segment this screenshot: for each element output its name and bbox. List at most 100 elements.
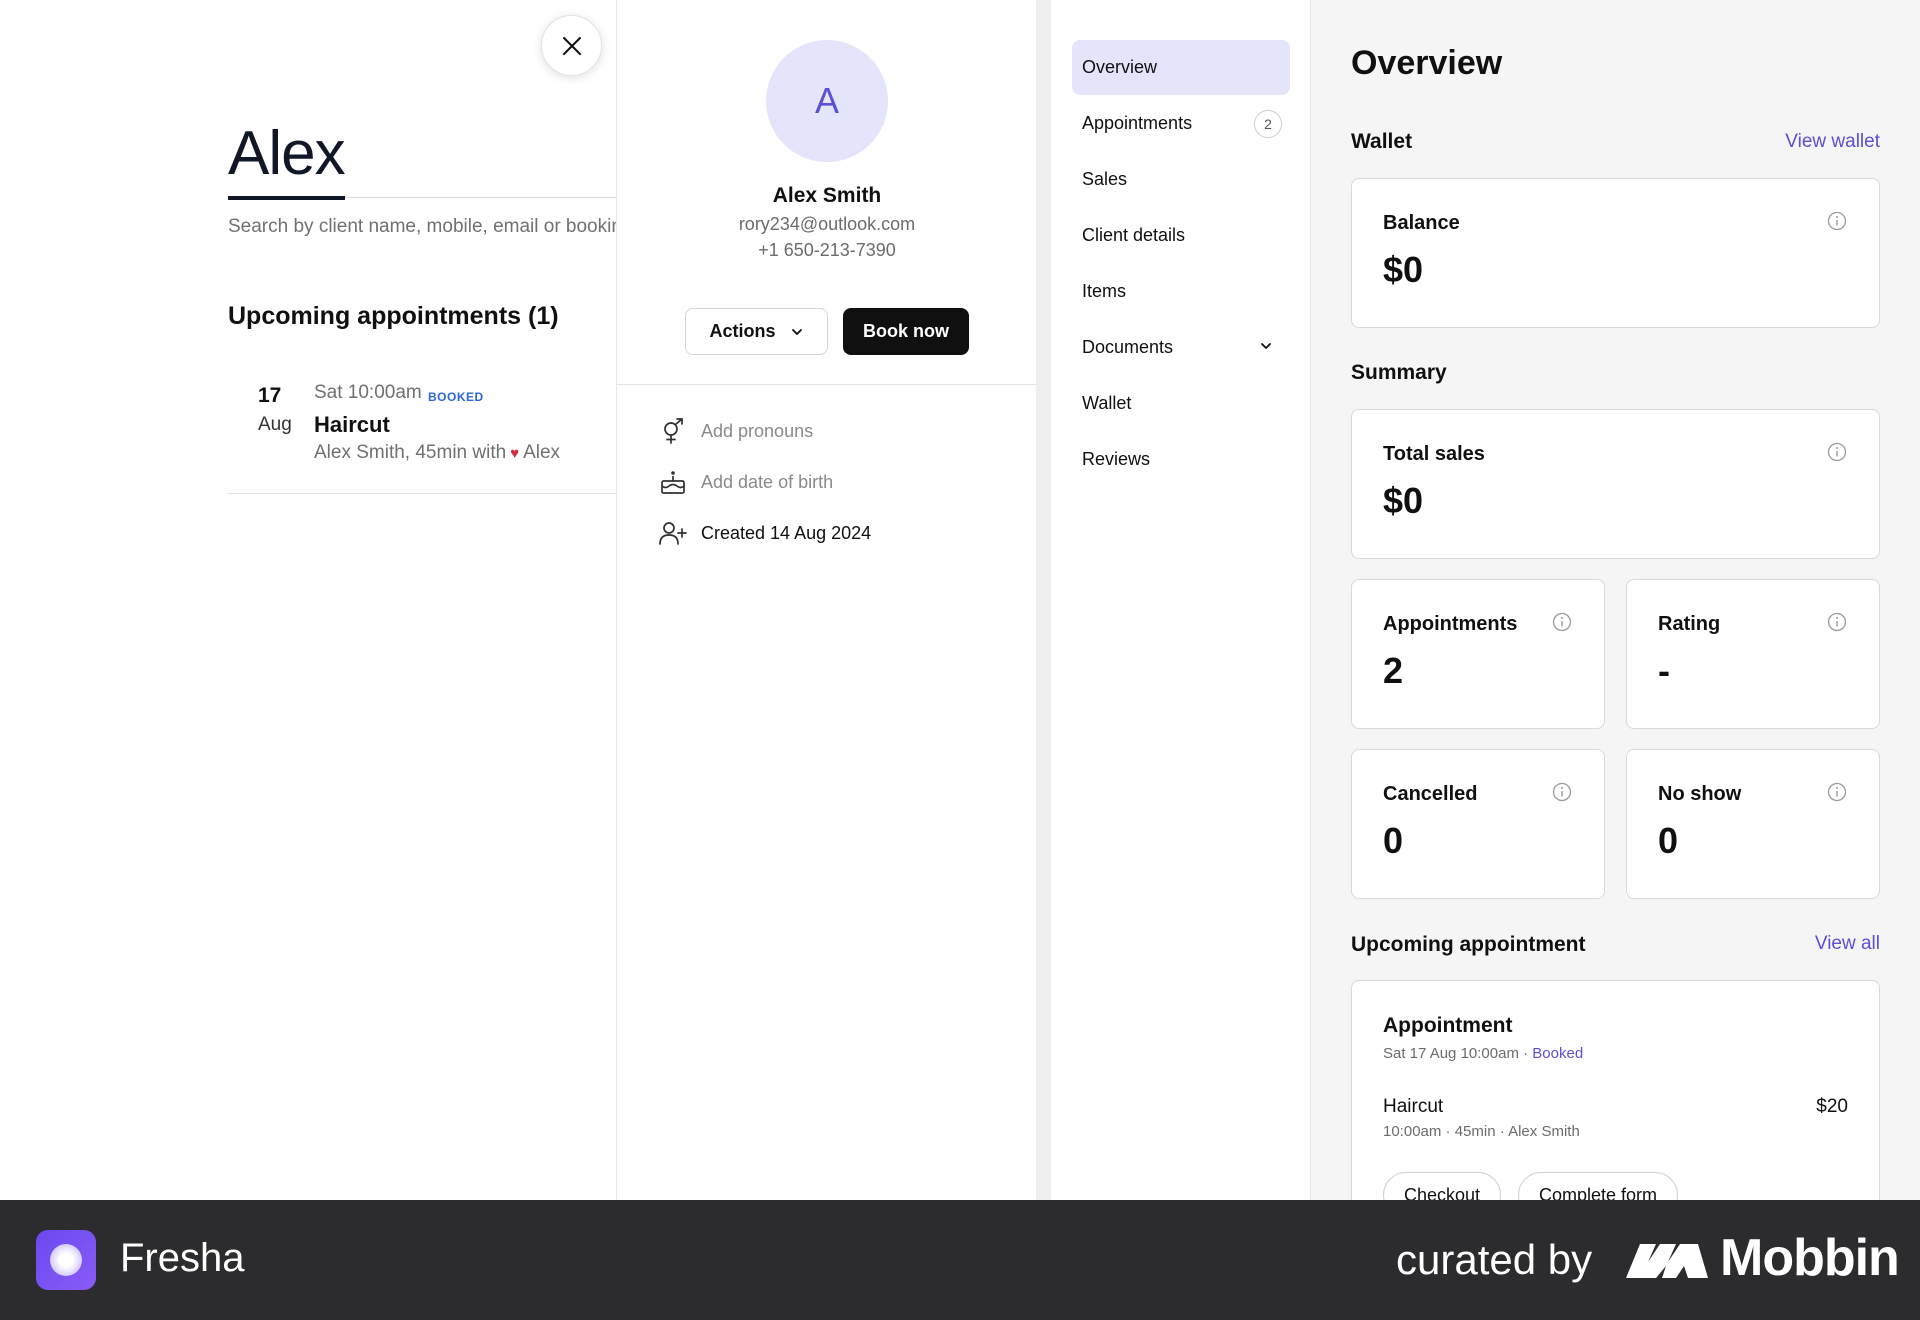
total-sales-label: Total sales [1383,443,1485,465]
add-pronouns-label: Add pronouns [701,420,814,441]
search-hint: Search by client name, mobile, email or … [228,216,620,237]
info-icon[interactable] [1827,782,1847,802]
nav-item-appointments[interactable]: Appointments 2 [1072,96,1290,151]
complete-form-button[interactable]: Complete form [1518,1172,1679,1200]
created-date: Created 14 Aug 2024 [701,522,872,543]
rating-value: - [1658,650,1670,691]
gender-icon [659,417,687,445]
brand-name: Fresha [120,1236,245,1280]
appointment-month: Aug [258,414,292,435]
add-dob-link[interactable]: Add date of birth [659,468,833,496]
appointment-time: Sat 10:00am [314,382,422,403]
appointment-staff: Alex Smith [1508,1123,1580,1140]
cancelled-value: 0 [1383,820,1404,861]
overview-panel: Overview Wallet View wallet Balance $0 S… [1311,0,1920,1200]
page-title: Overview [1351,44,1503,82]
no-show-label: No show [1658,783,1742,805]
appointment-date: Sat 17 Aug 10:00am [1383,1045,1519,1062]
user-plus-icon [659,519,687,547]
checkout-button[interactable]: Checkout [1383,1172,1502,1200]
nav-item-client-details[interactable]: Client details [1072,208,1290,263]
upcoming-appointments-heading: Upcoming appointments (1) [228,302,559,330]
appointment-time: 10:00am [1383,1123,1442,1140]
balance-value: $0 [1383,249,1424,290]
panel-gutter [1036,0,1051,1200]
close-icon [562,36,581,55]
no-show-card: No show 0 [1626,749,1880,899]
nav-item-reviews[interactable]: Reviews [1072,432,1290,487]
book-now-button[interactable]: Book now [843,308,969,355]
nav-item-label: Reviews [1082,449,1151,469]
appointments-stat-label: Appointments [1383,613,1518,635]
info-icon[interactable] [1827,211,1847,231]
add-dob-label: Add date of birth [701,471,834,492]
avatar: A [766,40,888,162]
close-button[interactable] [541,15,602,76]
chevron-down-icon [791,328,802,335]
balance-label: Balance [1383,212,1460,234]
actions-label: Actions [709,321,776,341]
appointments-stat-value: 2 [1383,650,1404,691]
appointment-staff: Alex [523,442,561,463]
appointment-status: Booked [1532,1045,1584,1062]
appointment-card-date: Sat 17 Aug 10:00am · Booked [1383,1045,1584,1062]
nav-item-wallet[interactable]: Wallet [1072,376,1290,431]
appointment-duration: 45min [1454,1123,1496,1140]
search-query[interactable]: Alex [228,118,346,189]
nav-item-label: Client details [1082,225,1186,245]
appointment-service: Haircut [1383,1096,1444,1117]
client-email: rory234@outlook.com [738,214,916,234]
total-sales-card: Total sales $0 [1351,409,1880,559]
nav-count-badge: 2 [1254,109,1282,138]
curated-by-label: curated by [1396,1236,1593,1283]
wallet-heading: Wallet [1351,130,1413,153]
footer-bar: Fresha curated by Mobbin [0,1200,1920,1320]
appointment-card-title: Appointment [1383,1014,1513,1037]
mobbin-logo-icon [1626,1244,1708,1278]
created-info: Created 14 Aug 2024 [659,519,871,547]
upcoming-appointment-card[interactable]: Appointment Sat 17 Aug 10:00am · Booked … [1351,980,1880,1200]
nav-item-items[interactable]: Items [1072,264,1290,319]
rating-label: Rating [1658,613,1721,635]
appointments-stat-card: Appointments 2 [1351,579,1605,729]
chevron-down-icon [1261,343,1271,349]
rating-card: Rating - [1626,579,1880,729]
appointment-status-badge: BOOKED [428,390,484,404]
client-name: Alex Smith [772,184,882,207]
info-icon[interactable] [1827,612,1847,632]
appointment-meta: 10:00am · 45min · Alex Smith [1383,1123,1580,1140]
fresha-logo-icon [36,1230,96,1290]
cancelled-card: Cancelled 0 [1351,749,1605,899]
cancelled-label: Cancelled [1383,783,1478,805]
no-show-value: 0 [1658,820,1679,861]
nav-item-label: Items [1082,281,1127,301]
nav-item-label: Appointments [1082,113,1193,133]
summary-heading: Summary [1351,361,1447,384]
upcoming-appointment-heading: Upcoming appointment [1351,933,1586,956]
mobbin-wordmark: Mobbin [1720,1229,1900,1287]
appointment-day: 17 [258,384,282,407]
view-all-link[interactable]: View all [1815,933,1880,955]
actions-button[interactable]: Actions [685,308,828,355]
appointment-list-item[interactable]: 17 Aug Sat 10:00am BOOKED Haircut Alex S… [228,376,620,494]
info-icon[interactable] [1552,612,1572,632]
view-wallet-link[interactable]: View wallet [1785,131,1880,153]
nav-item-label: Documents [1082,337,1174,357]
heart-icon: ♥ [510,445,520,462]
client-phone: +1 650-213-7390 [758,240,896,260]
nav-item-label: Wallet [1082,393,1132,413]
nav-item-overview[interactable]: Overview [1072,40,1290,95]
total-sales-value: $0 [1383,480,1424,521]
balance-card: Balance $0 [1351,178,1880,328]
nav-item-documents[interactable]: Documents [1072,320,1290,375]
info-icon[interactable] [1552,782,1572,802]
appointment-details-text: Alex Smith, 45min with [314,442,507,463]
cake-icon [659,468,687,496]
nav-item-sales[interactable]: Sales [1072,152,1290,207]
info-icon[interactable] [1827,442,1847,462]
add-pronouns-link[interactable]: Add pronouns [659,417,813,445]
nav-item-label: Sales [1082,169,1128,189]
appointment-service: Haircut [314,412,390,437]
appointment-price: $20 [1816,1096,1848,1117]
nav-item-label: Overview [1082,57,1158,77]
